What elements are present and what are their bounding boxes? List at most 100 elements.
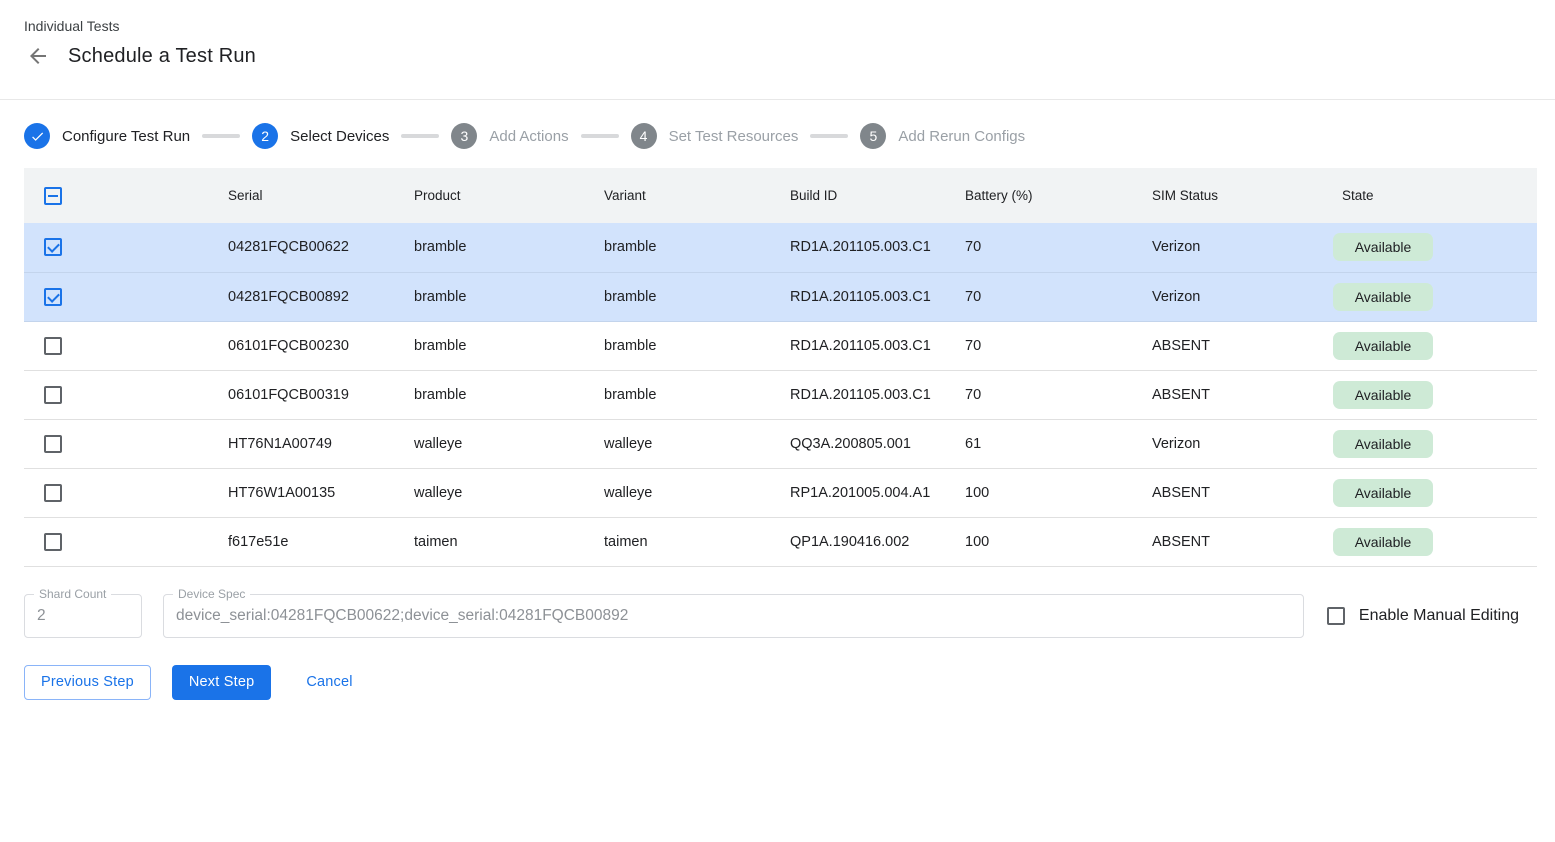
- device-table-body: 04281FQCB00622 bramble bramble RD1A.2011…: [24, 223, 1537, 566]
- cell-build-id: RD1A.201105.003.C1: [790, 321, 965, 370]
- shard-count-label: Shard Count: [34, 587, 111, 601]
- cell-serial: 04281FQCB00892: [228, 272, 414, 321]
- cell-build-id: RD1A.201105.003.C1: [790, 272, 965, 321]
- state-badge: Available: [1333, 430, 1433, 458]
- step-indicator: 3: [451, 123, 477, 149]
- shard-count-input[interactable]: [25, 595, 141, 637]
- step-2-select-devices[interactable]: 2 Select Devices: [252, 123, 389, 149]
- row-checkbox[interactable]: [44, 435, 62, 453]
- cell-battery: 70: [965, 223, 1152, 272]
- back-button[interactable]: [25, 43, 51, 69]
- cell-sim-status: ABSENT: [1152, 468, 1342, 517]
- cell-battery: 70: [965, 370, 1152, 419]
- cell-sim-status: Verizon: [1152, 223, 1342, 272]
- step-1-configure-test-run[interactable]: Configure Test Run: [24, 123, 190, 149]
- state-badge: Available: [1333, 479, 1433, 507]
- enable-manual-editing-toggle[interactable]: Enable Manual Editing: [1327, 607, 1519, 625]
- cell-battery: 100: [965, 517, 1152, 566]
- cell-build-id: QP1A.190416.002: [790, 517, 965, 566]
- device-spec-input[interactable]: [164, 595, 1303, 637]
- step-connector: [810, 134, 848, 138]
- device-spec-label: Device Spec: [173, 587, 250, 601]
- cancel-button[interactable]: Cancel: [292, 665, 366, 700]
- cell-variant: taimen: [604, 517, 790, 566]
- cell-product: walleye: [414, 419, 604, 468]
- cell-sim-status: ABSENT: [1152, 517, 1342, 566]
- column-header-build-id: Build ID: [790, 168, 965, 223]
- select-all-checkbox[interactable]: [44, 187, 62, 205]
- column-header-state: State: [1342, 168, 1537, 223]
- device-row[interactable]: 06101FQCB00319 bramble bramble RD1A.2011…: [24, 370, 1537, 419]
- device-row[interactable]: 04281FQCB00622 bramble bramble RD1A.2011…: [24, 223, 1537, 272]
- cell-sim-status: Verizon: [1152, 272, 1342, 321]
- step-label: Select Devices: [290, 128, 389, 145]
- step-connector: [202, 134, 240, 138]
- cell-product: walleye: [414, 468, 604, 517]
- arrow-back-icon: [26, 44, 50, 68]
- state-badge: Available: [1333, 283, 1433, 311]
- column-header-battery: Battery (%): [965, 168, 1152, 223]
- step-3-add-actions[interactable]: 3 Add Actions: [451, 123, 568, 149]
- cell-battery: 70: [965, 321, 1152, 370]
- cell-build-id: QQ3A.200805.001: [790, 419, 965, 468]
- cell-variant: walleye: [604, 419, 790, 468]
- enable-manual-editing-label: Enable Manual Editing: [1359, 607, 1519, 625]
- previous-step-button[interactable]: Previous Step: [24, 665, 151, 700]
- cell-product: bramble: [414, 223, 604, 272]
- device-row[interactable]: f617e51e taimen taimen QP1A.190416.002 1…: [24, 517, 1537, 566]
- device-table: Serial Product Variant Build ID Battery …: [24, 168, 1537, 567]
- cell-product: bramble: [414, 321, 604, 370]
- row-checkbox[interactable]: [44, 484, 62, 502]
- device-row[interactable]: HT76W1A00135 walleye walleye RP1A.201005…: [24, 468, 1537, 517]
- cell-product: taimen: [414, 517, 604, 566]
- cell-serial: 06101FQCB00319: [228, 370, 414, 419]
- cell-sim-status: Verizon: [1152, 419, 1342, 468]
- cell-variant: bramble: [604, 272, 790, 321]
- column-header-sim-status: SIM Status: [1152, 168, 1342, 223]
- step-indicator: 2: [252, 123, 278, 149]
- cell-variant: bramble: [604, 370, 790, 419]
- cell-battery: 100: [965, 468, 1152, 517]
- step-4-set-test-resources[interactable]: 4 Set Test Resources: [631, 123, 799, 149]
- stepper: Configure Test Run 2 Select Devices 3 Ad…: [0, 100, 1555, 168]
- step-indicator: 4: [631, 123, 657, 149]
- device-row[interactable]: 04281FQCB00892 bramble bramble RD1A.2011…: [24, 272, 1537, 321]
- page-header: Individual Tests Schedule a Test Run: [0, 0, 1555, 100]
- step-5-add-rerun-configs[interactable]: 5 Add Rerun Configs: [860, 123, 1025, 149]
- cell-serial: 04281FQCB00622: [228, 223, 414, 272]
- state-badge: Available: [1333, 332, 1433, 360]
- row-checkbox[interactable]: [44, 386, 62, 404]
- state-badge: Available: [1333, 233, 1433, 261]
- step-label: Configure Test Run: [62, 128, 190, 145]
- column-header-serial: Serial: [228, 168, 414, 223]
- next-step-button[interactable]: Next Step: [172, 665, 271, 700]
- row-checkbox[interactable]: [44, 337, 62, 355]
- device-spec-field: Device Spec: [163, 594, 1304, 638]
- cell-battery: 61: [965, 419, 1152, 468]
- page-title: Schedule a Test Run: [68, 45, 256, 68]
- device-row[interactable]: 06101FQCB00230 bramble bramble RD1A.2011…: [24, 321, 1537, 370]
- cell-serial: 06101FQCB00230: [228, 321, 414, 370]
- cell-build-id: RD1A.201105.003.C1: [790, 370, 965, 419]
- table-header-row: Serial Product Variant Build ID Battery …: [24, 168, 1537, 223]
- cell-product: bramble: [414, 272, 604, 321]
- row-checkbox[interactable]: [44, 533, 62, 551]
- breadcrumb[interactable]: Individual Tests: [24, 18, 1531, 34]
- step-check-icon: [24, 123, 50, 149]
- shard-count-field: Shard Count: [24, 594, 142, 638]
- step-label: Set Test Resources: [669, 128, 799, 145]
- cell-serial: HT76W1A00135: [228, 468, 414, 517]
- form-row: Shard Count Device Spec Enable Manual Ed…: [24, 594, 1537, 638]
- row-checkbox[interactable]: [44, 238, 62, 256]
- step-connector: [581, 134, 619, 138]
- device-row[interactable]: HT76N1A00749 walleye walleye QQ3A.200805…: [24, 419, 1537, 468]
- action-bar: Previous Step Next Step Cancel: [24, 665, 1531, 700]
- state-badge: Available: [1333, 528, 1433, 556]
- cell-variant: walleye: [604, 468, 790, 517]
- enable-manual-editing-checkbox[interactable]: [1327, 607, 1345, 625]
- step-label: Add Rerun Configs: [898, 128, 1025, 145]
- column-header-variant: Variant: [604, 168, 790, 223]
- step-indicator: 5: [860, 123, 886, 149]
- row-checkbox[interactable]: [44, 288, 62, 306]
- cell-battery: 70: [965, 272, 1152, 321]
